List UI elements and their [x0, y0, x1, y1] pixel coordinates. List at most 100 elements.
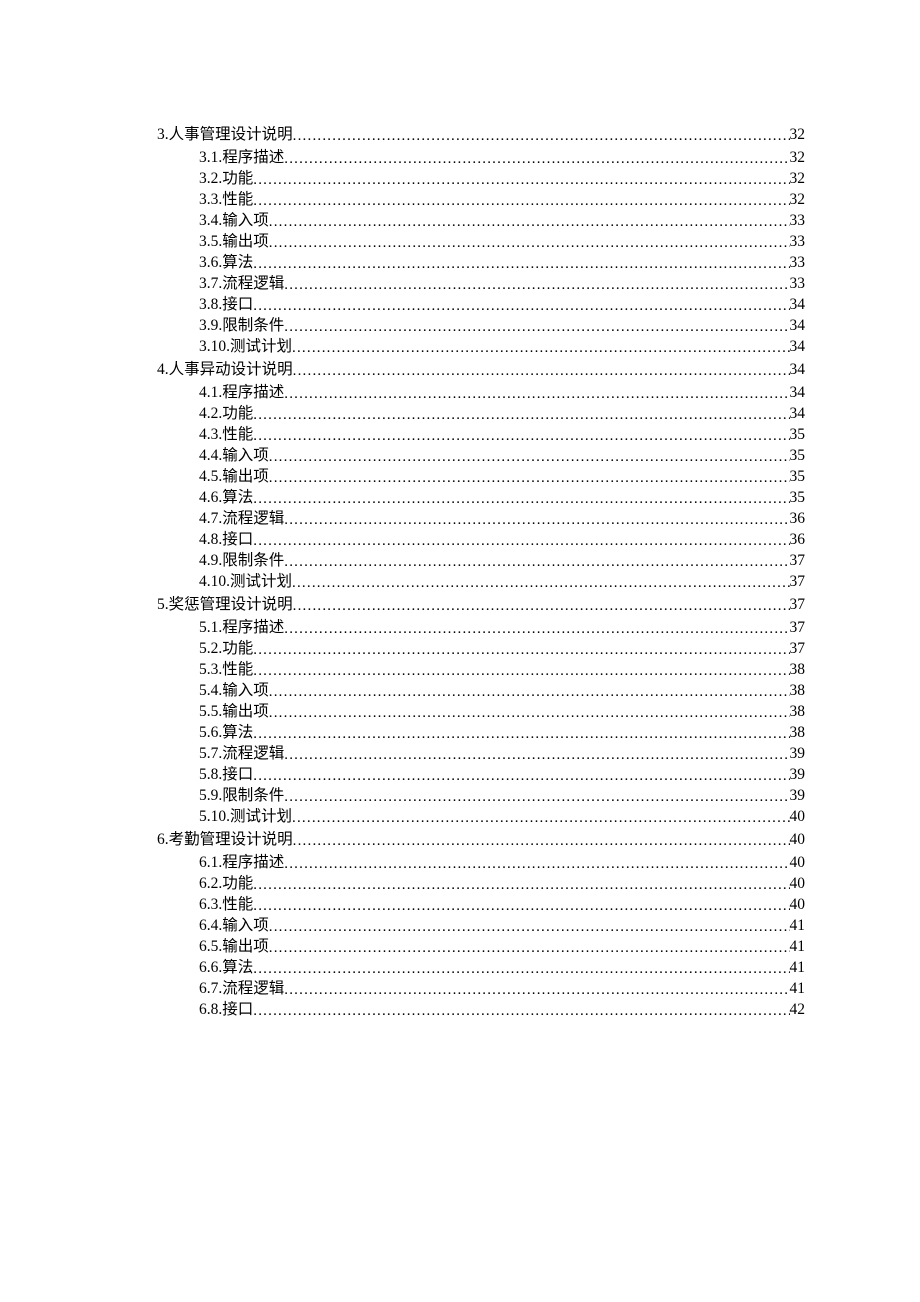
toc-entry-label: 3.6.算法: [199, 255, 253, 271]
toc-entry-label: 6.1.程序描述: [199, 855, 284, 871]
toc-entry-label: 5.8.接口: [199, 767, 253, 783]
toc-entry-label: 3.8.接口: [199, 297, 253, 313]
toc-entry: 3.8.接口 34: [115, 297, 805, 313]
toc-entry-label: 5.3.性能: [199, 662, 253, 678]
toc-entry-page: 33: [790, 213, 806, 229]
toc-entry-page: 37: [790, 597, 806, 613]
toc-leader-dots: [253, 173, 789, 188]
toc-entry-label: 4.5.输出项: [199, 469, 269, 485]
toc-entry: 6.6.算法41: [115, 960, 805, 976]
toc-entry-page: 34: [790, 406, 806, 422]
toc-entry-page: 35: [790, 448, 806, 464]
toc-entry-page: 40: [790, 897, 806, 913]
toc-entry: 5.6.算法38: [115, 725, 805, 741]
toc-entry: 4.3.性能 35: [115, 427, 805, 443]
toc-entry-label: 5.7.流程逻辑: [199, 746, 284, 762]
toc-entry-page: 40: [790, 855, 806, 871]
toc-entry: 5.2.功能37: [115, 641, 805, 657]
toc-entry-page: 41: [790, 918, 806, 934]
toc-leader-dots: [293, 834, 790, 849]
toc-entry-page: 32: [790, 127, 806, 143]
toc-leader-dots: [253, 769, 789, 784]
table-of-contents: 3.人事管理设计说明323.1.程序描述323.2.功能323.3.性能323.…: [115, 127, 805, 1018]
toc-entry-page: 32: [790, 192, 806, 208]
toc-entry: 3.人事管理设计说明 32: [115, 127, 805, 143]
toc-entry: 3.9.限制条件34: [115, 318, 805, 334]
toc-leader-dots: [284, 513, 789, 528]
toc-leader-dots: [253, 878, 789, 893]
toc-entry-label: 3.9.限制条件: [199, 318, 284, 334]
toc-entry-page: 38: [790, 683, 806, 699]
toc-leader-dots: [253, 962, 789, 977]
toc-entry-page: 41: [790, 960, 806, 976]
toc-entry-page: 35: [790, 490, 806, 506]
toc-entry-page: 33: [790, 234, 806, 250]
toc-entry-label: 6.8.接口: [199, 1002, 253, 1018]
toc-entry-page: 41: [790, 981, 806, 997]
toc-entry-page: 39: [790, 767, 806, 783]
toc-leader-dots: [253, 429, 789, 444]
toc-entry-label: 3.人事管理设计说明: [157, 127, 293, 143]
toc-entry: 5.5.输出项 38: [115, 704, 805, 720]
toc-entry: 4.4.输入项35: [115, 448, 805, 464]
toc-entry-page: 34: [790, 297, 806, 313]
toc-entry-label: 3.5.输出项: [199, 234, 269, 250]
toc-entry-page: 37: [790, 553, 806, 569]
toc-leader-dots: [269, 450, 790, 465]
toc-leader-dots: [293, 129, 790, 144]
toc-entry-label: 6.4.输入项: [199, 918, 269, 934]
toc-entry-page: 38: [790, 662, 806, 678]
toc-leader-dots: [292, 576, 789, 591]
toc-entry: 3.4.输入项 33: [115, 213, 805, 229]
toc-entry-page: 35: [790, 427, 806, 443]
toc-entry-label: 4.人事异动设计说明: [157, 362, 293, 378]
toc-leader-dots: [253, 492, 789, 507]
toc-entry-label: 3.7.流程逻辑: [199, 276, 284, 292]
toc-entry-page: 37: [790, 641, 806, 657]
toc-entry-label: 3.3.性能: [199, 192, 253, 208]
toc-leader-dots: [284, 152, 789, 167]
toc-entry-label: 4.7.流程逻辑: [199, 511, 284, 527]
toc-leader-dots: [284, 320, 789, 335]
toc-entry-page: 38: [790, 725, 806, 741]
toc-entry: 6.考勤管理设计说明40: [115, 832, 805, 848]
toc-entry: 5.7.流程逻辑39: [115, 746, 805, 762]
toc-entry-label: 5.10.测试计划: [199, 809, 292, 825]
toc-entry-page: 33: [790, 255, 806, 271]
toc-entry: 6.3.性能40: [115, 897, 805, 913]
toc-entry: 4.10.测试计划37: [115, 574, 805, 590]
toc-entry-page: 37: [790, 574, 806, 590]
toc-entry-page: 36: [790, 532, 806, 548]
toc-entry: 4.2.功能34: [115, 406, 805, 422]
toc-leader-dots: [269, 920, 790, 935]
toc-entry-page: 37: [790, 620, 806, 636]
toc-entry: 4.1.程序描述34: [115, 385, 805, 401]
toc-page: 3.人事管理设计说明323.1.程序描述323.2.功能323.3.性能323.…: [0, 0, 920, 1113]
toc-entry: 6.8.接口42: [115, 1002, 805, 1018]
toc-entry-label: 4.3.性能: [199, 427, 253, 443]
toc-leader-dots: [253, 534, 789, 549]
toc-entry-label: 4.6.算法: [199, 490, 253, 506]
toc-entry-label: 3.2.功能: [199, 171, 253, 187]
toc-leader-dots: [284, 790, 789, 805]
toc-entry: 3.3.性能 32: [115, 192, 805, 208]
toc-entry-page: 34: [790, 339, 806, 355]
toc-entry: 5.3.性能 38: [115, 662, 805, 678]
toc-entry: 3.7.流程逻辑33: [115, 276, 805, 292]
toc-entry: 5.10.测试计划40: [115, 809, 805, 825]
toc-leader-dots: [284, 622, 789, 637]
toc-leader-dots: [269, 941, 790, 956]
toc-leader-dots: [253, 1004, 789, 1019]
toc-leader-dots: [284, 387, 789, 402]
toc-entry-label: 5.1.程序描述: [199, 620, 284, 636]
toc-entry: 3.1.程序描述32: [115, 150, 805, 166]
toc-leader-dots: [253, 664, 789, 679]
toc-entry-label: 6.7.流程逻辑: [199, 981, 284, 997]
toc-leader-dots: [253, 727, 789, 742]
toc-entry: 3.6.算法 33: [115, 255, 805, 271]
toc-leader-dots: [253, 899, 789, 914]
toc-entry-label: 4.8.接口: [199, 532, 253, 548]
toc-entry-label: 5.5.输出项: [199, 704, 269, 720]
toc-entry-label: 3.4.输入项: [199, 213, 269, 229]
toc-entry-page: 38: [790, 704, 806, 720]
